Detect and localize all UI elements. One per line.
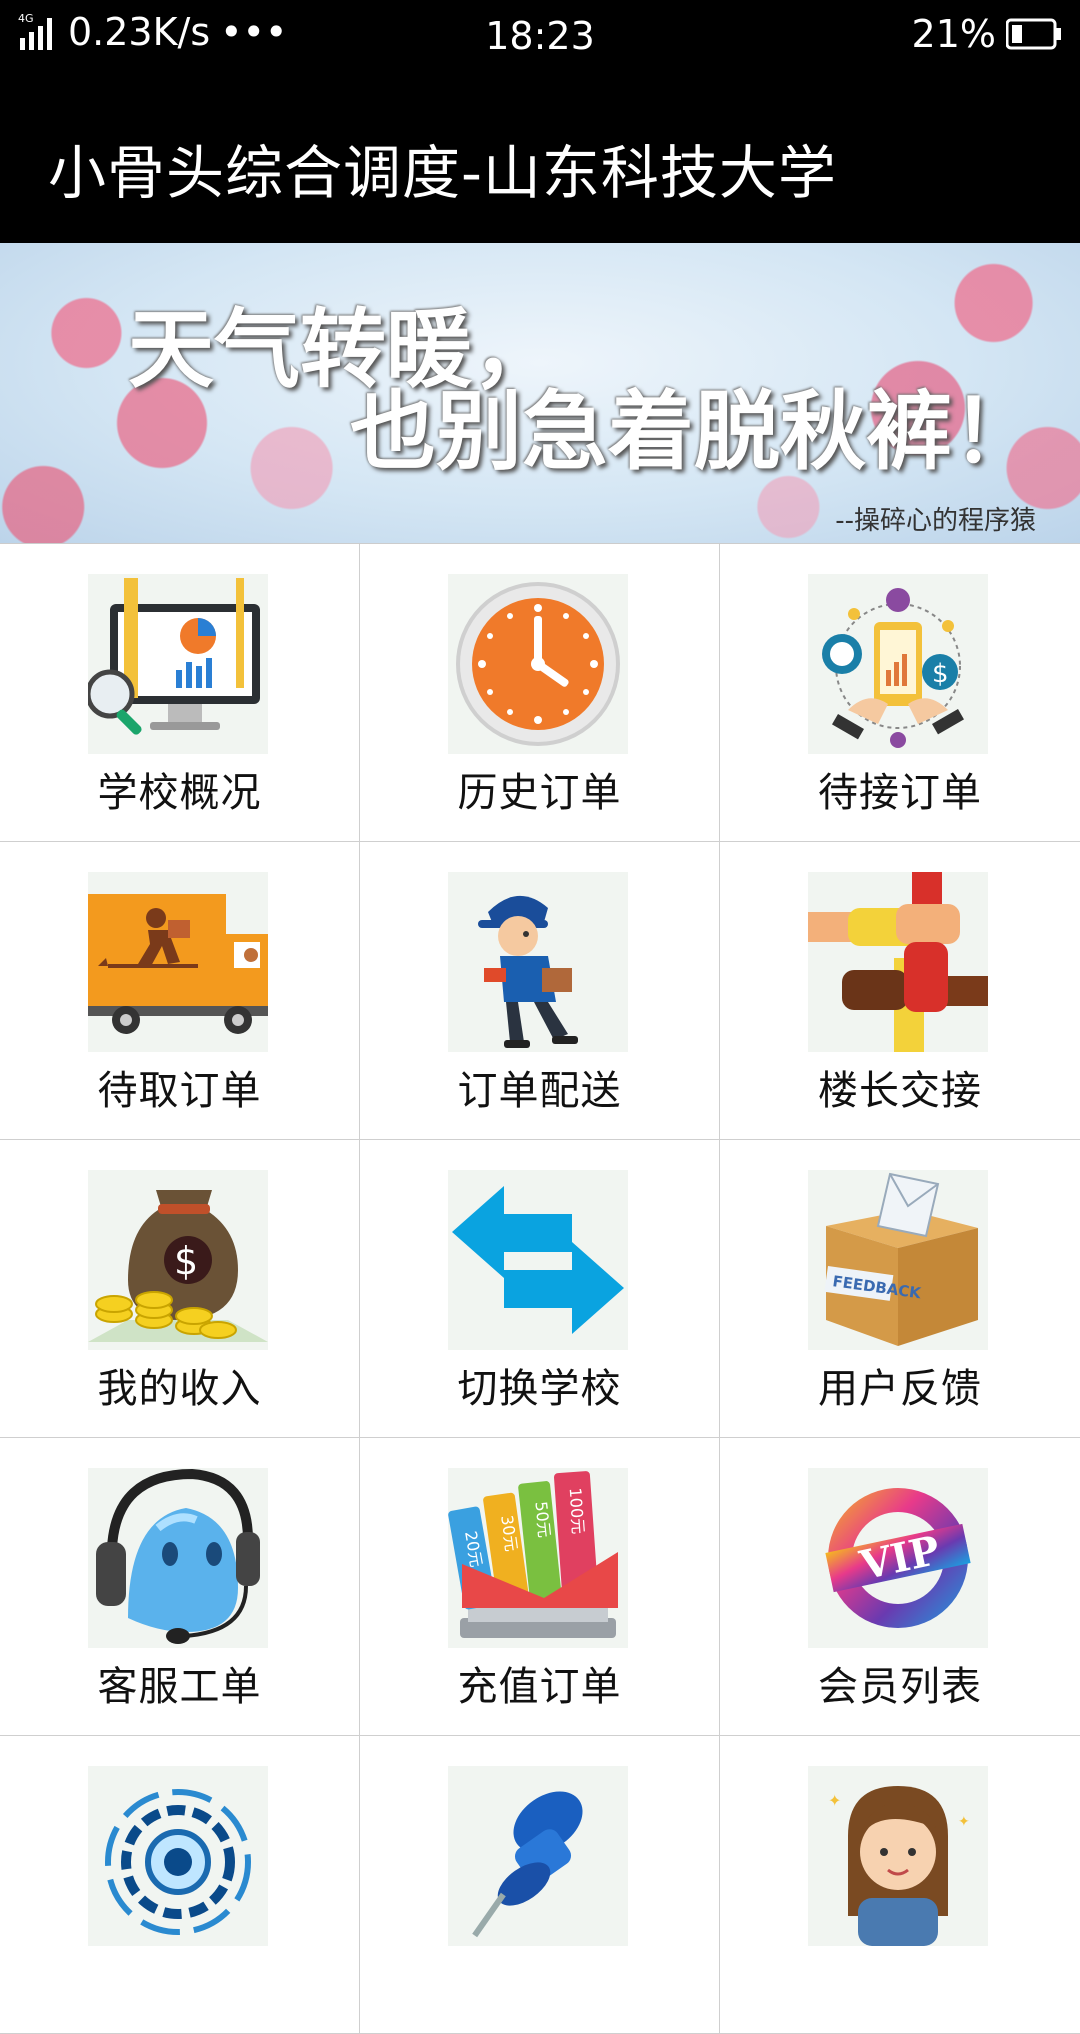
menu-item-label: 用户反馈: [818, 1366, 982, 1412]
menu-item-label: 待接订单: [818, 770, 982, 816]
menu-item-label: 客服工单: [97, 1664, 262, 1710]
gear-tech-icon: [88, 1766, 268, 1946]
svg-text:$: $: [932, 659, 949, 689]
status-bar: 4G 0.23K/s ••• 18:23 21%: [0, 0, 1080, 78]
banner-signature: --操碎心的程序猿: [835, 506, 1036, 536]
menu-item-woman-avatar[interactable]: ✦ ✦: [720, 1736, 1080, 2034]
menu-item-label: 我的收入: [97, 1366, 262, 1412]
woman-avatar-icon: ✦ ✦: [808, 1766, 988, 1946]
menu-item-label: 历史订单: [457, 770, 622, 816]
menu-item-label: 切换学校: [457, 1366, 622, 1412]
page-title: 小骨头综合调度-山东科技大学: [48, 139, 837, 207]
svg-text:✦: ✦: [828, 1791, 841, 1810]
money-bag-icon: $: [88, 1170, 268, 1350]
menu-item-pickup-orders[interactable]: 待取订单: [0, 842, 360, 1140]
menu-grid: 学校概况 历史订单 $ 待接订单 待取订单 订单配送 楼长交接 $ 我的收入 切…: [0, 543, 1080, 2034]
menu-item-label: 充值订单: [457, 1664, 622, 1710]
customer-service-icon: [88, 1468, 268, 1648]
hands-teamwork-icon: [808, 872, 988, 1052]
menu-item-handover[interactable]: 楼长交接: [720, 842, 1080, 1140]
menu-item-label: 学校概况: [97, 770, 262, 816]
menu-item-school-overview[interactable]: 学校概况: [0, 544, 360, 842]
clock-icon: [448, 574, 628, 754]
menu-item-member-list[interactable]: VIP 会员列表: [720, 1438, 1080, 1736]
menu-item-recharge-orders[interactable]: 20元 30元 50元 100元 充值订单: [360, 1438, 720, 1736]
menu-item-order-history[interactable]: 历史订单: [360, 544, 720, 842]
menu-item-switch-school[interactable]: 切换学校: [360, 1140, 720, 1438]
menu-item-label: 楼长交接: [818, 1068, 982, 1114]
svg-text:100元: 100元: [566, 1487, 588, 1535]
phone-payment-icon: $: [808, 574, 988, 754]
delivery-truck-icon: [88, 872, 268, 1052]
vip-icon: VIP: [808, 1468, 988, 1648]
pushpin-icon: [448, 1766, 628, 1946]
banner-line-2: 也别急着脱秋裤！: [350, 382, 1038, 482]
menu-item-label: 待取订单: [97, 1068, 262, 1114]
promo-banner[interactable]: 天气转暖， 也别急着脱秋裤！ --操碎心的程序猿: [0, 243, 1080, 543]
menu-item-tech-gear[interactable]: [0, 1736, 360, 2034]
menu-item-service-tickets[interactable]: 客服工单: [0, 1438, 360, 1736]
svg-text:$: $: [174, 1239, 198, 1283]
recharge-cards-icon: 20元 30元 50元 100元: [448, 1468, 628, 1648]
menu-item-user-feedback[interactable]: FEEDBACK 用户反馈: [720, 1140, 1080, 1438]
app-bar: 小骨头综合调度-山东科技大学: [0, 78, 1080, 243]
feedback-box-icon: FEEDBACK: [808, 1170, 988, 1350]
battery-percent: 21%: [911, 12, 996, 56]
menu-item-label: 订单配送: [457, 1068, 622, 1114]
svg-text:50元: 50元: [531, 1500, 554, 1538]
status-right: 21%: [912, 12, 1062, 56]
courier-icon: [448, 872, 628, 1052]
menu-item-my-income[interactable]: $ 我的收入: [0, 1140, 360, 1438]
menu-item-label: 会员列表: [818, 1664, 982, 1710]
school-overview-icon: [88, 574, 268, 754]
switch-arrows-icon: [448, 1170, 628, 1350]
battery-icon: [1006, 18, 1062, 50]
menu-item-pushpin[interactable]: [360, 1736, 720, 2034]
menu-item-order-delivery[interactable]: 订单配送: [360, 842, 720, 1140]
menu-item-pending-orders[interactable]: $ 待接订单: [720, 544, 1080, 842]
svg-text:✦: ✦: [958, 1814, 970, 1830]
